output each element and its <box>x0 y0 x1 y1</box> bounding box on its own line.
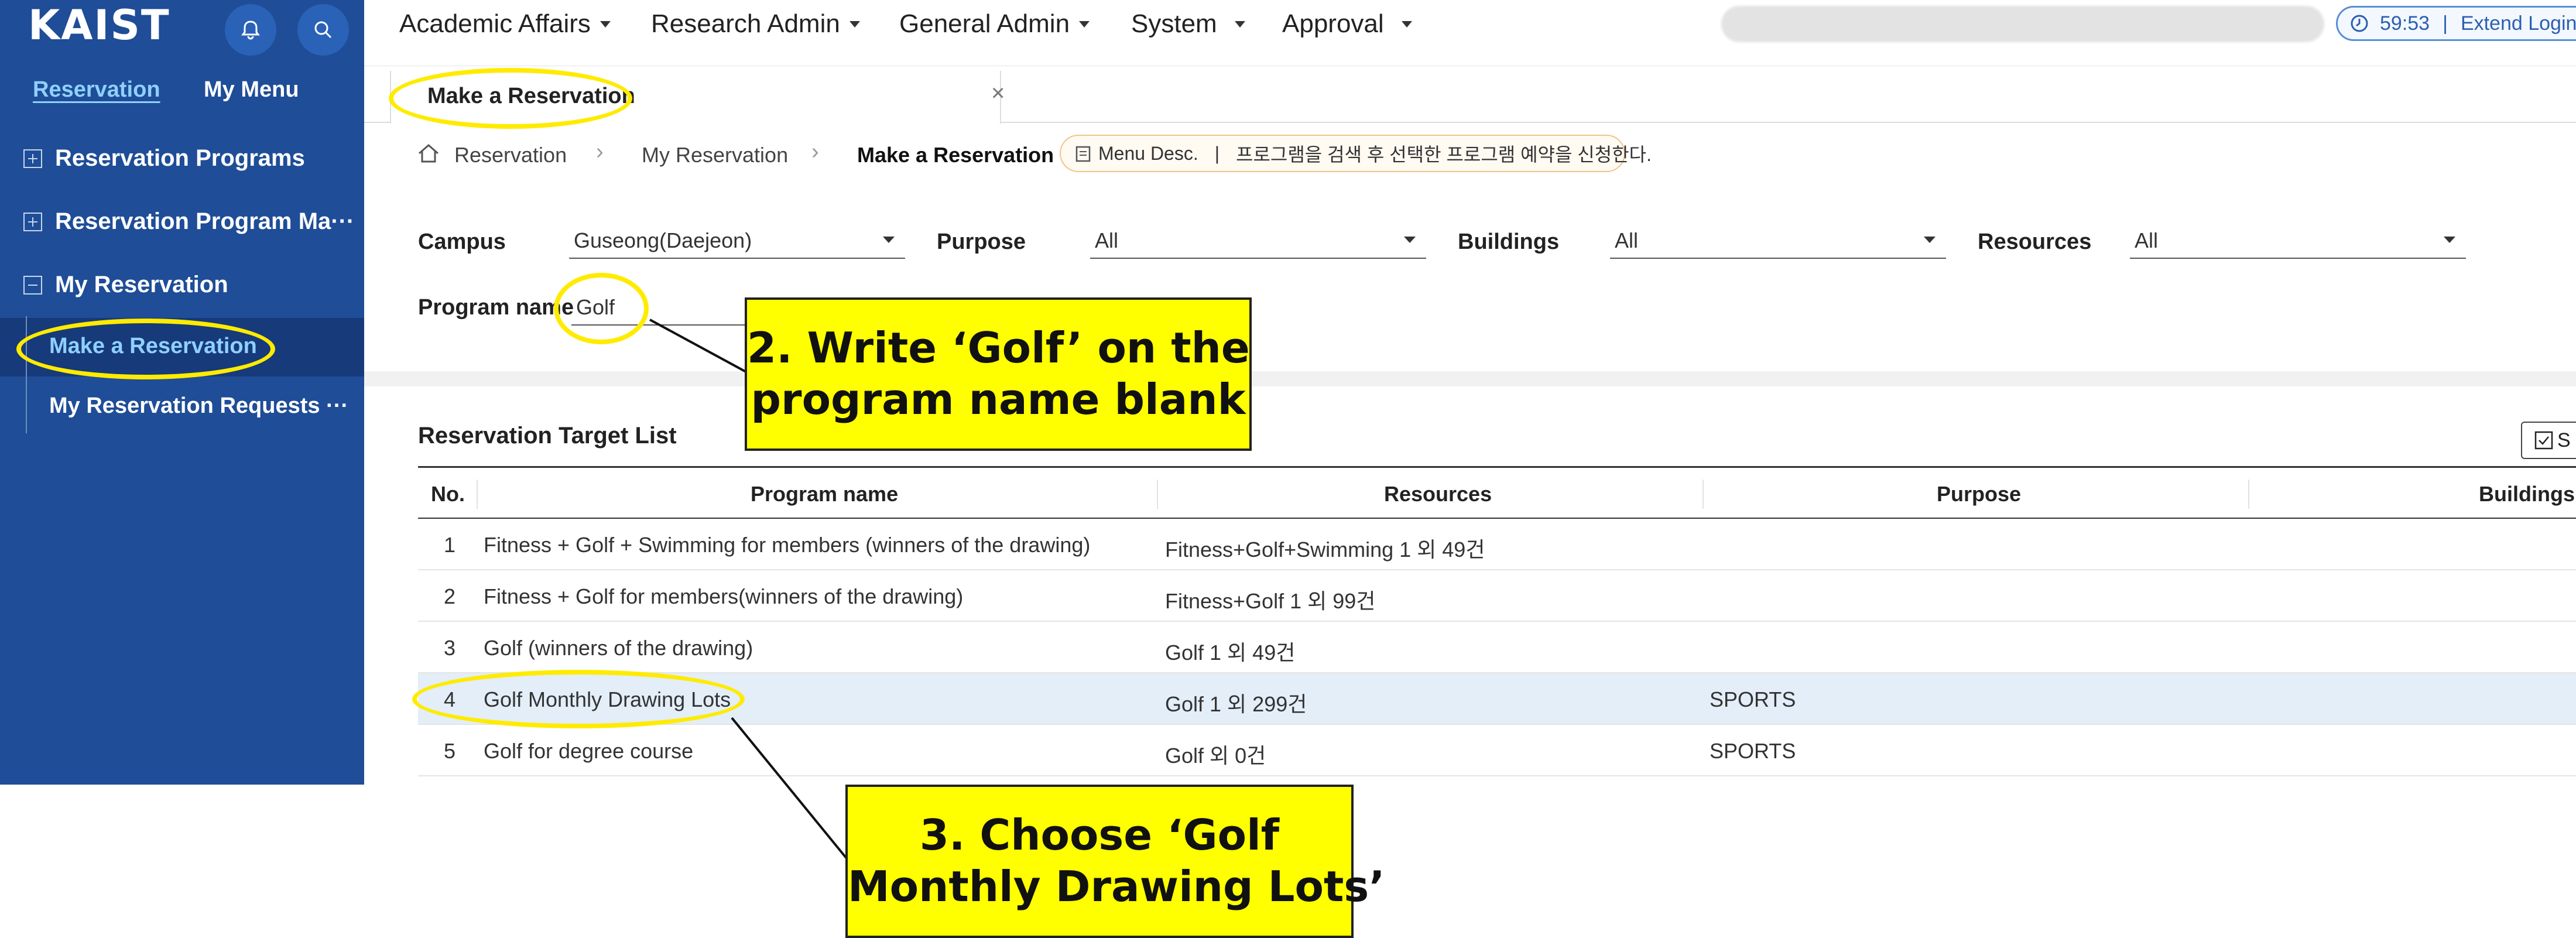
annotation-step-2: 2. Write ‘Golf’ on the program name blan… <box>745 297 1252 451</box>
step3-line1: 3. Choose ‘Golf <box>919 810 1280 860</box>
step2-line2: program name blank <box>751 375 1246 424</box>
step2-line1: 2. Write ‘Golf’ on the <box>747 323 1250 372</box>
highlight-ellipse-program-input <box>554 273 649 344</box>
highlight-ellipse-row <box>412 670 745 728</box>
annotation-step-3: 3. Choose ‘Golf Monthly Drawing Lots’ <box>845 785 1385 938</box>
highlight-ellipse-sidebar <box>16 319 275 379</box>
step3-line2: Monthly Drawing Lots’ <box>848 862 1385 911</box>
highlight-ellipse-tab <box>389 68 632 129</box>
